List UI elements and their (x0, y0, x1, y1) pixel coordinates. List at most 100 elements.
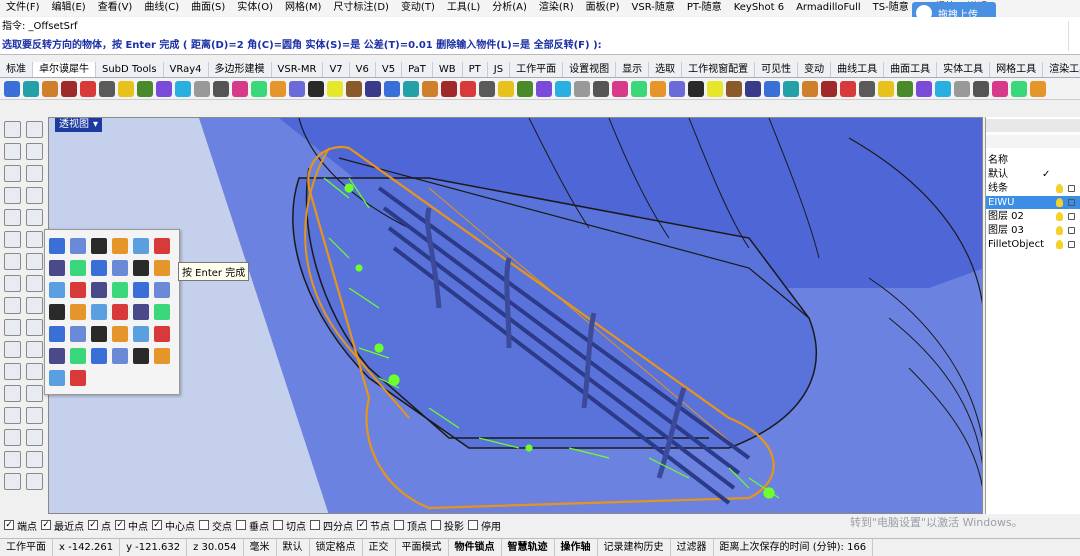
toolbar-tool-icon[interactable] (840, 80, 856, 97)
flyout-tool-icon[interactable] (133, 238, 149, 254)
perspective-viewport[interactable]: 透视图 ▾ (48, 117, 983, 514)
toolbar-tool-icon[interactable] (441, 80, 457, 97)
osnap-item[interactable]: 四分点 (310, 518, 353, 533)
toolbar-tab[interactable]: 多边形建模 (209, 62, 272, 77)
left-tool-icon[interactable] (26, 297, 43, 314)
toolbar-tool-icon[interactable] (99, 80, 115, 97)
layer-row[interactable]: EIWU (986, 196, 1080, 209)
toolbar-tab[interactable]: PT (463, 62, 488, 77)
osnap-item[interactable]: 切点 (273, 518, 306, 533)
toolbar-tool-icon[interactable] (992, 80, 1008, 97)
flyout-tool-icon[interactable] (154, 326, 170, 342)
toolbar-tab[interactable]: V6 (350, 62, 376, 77)
left-tool-icon[interactable] (26, 451, 43, 468)
toolbar-tool-icon[interactable] (308, 80, 324, 97)
lock-icon[interactable] (1068, 199, 1075, 206)
command-prompt[interactable]: 选取要反转方向的物体，按 Enter 完成 ( 距离(D)=2 角(C)=圆角 … (2, 39, 602, 53)
toolbar-tool-icon[interactable] (726, 80, 742, 97)
lightbulb-icon[interactable] (1056, 212, 1063, 221)
osnap-item[interactable]: 投影 (431, 518, 464, 533)
flyout-tool-icon[interactable] (154, 260, 170, 276)
lightbulb-icon[interactable] (1056, 198, 1063, 207)
left-tool-icon[interactable] (4, 253, 21, 270)
toolbar-tool-icon[interactable] (460, 80, 476, 97)
flyout-tool-icon[interactable] (154, 348, 170, 364)
menu-item[interactable]: 实体(O) (231, 0, 279, 16)
command-area[interactable]: 指令: _OffsetSrf 选取要反转方向的物体，按 Enter 完成 ( 距… (0, 17, 1080, 55)
flyout-tool-icon[interactable] (49, 370, 65, 386)
menu-item[interactable]: ArmadilloFull (790, 0, 867, 16)
toolbar-tab[interactable]: JS (488, 62, 511, 77)
osnap-item[interactable]: 停用 (468, 518, 501, 533)
lock-icon[interactable] (1068, 185, 1075, 192)
left-tool-icon[interactable] (26, 341, 43, 358)
left-tool-icon[interactable] (4, 297, 21, 314)
left-tool-icon[interactable] (4, 407, 21, 424)
osnap-checkbox[interactable] (310, 520, 320, 530)
toolbar-tool-icon[interactable] (650, 80, 666, 97)
flyout-tool-icon[interactable] (49, 260, 65, 276)
toolbar-tool-icon[interactable] (612, 80, 628, 97)
flyout-tool-icon[interactable] (49, 282, 65, 298)
toolbar-tool-icon[interactable] (403, 80, 419, 97)
toolbar-tool-icon[interactable] (536, 80, 552, 97)
toolbar-tab[interactable]: 变动 (798, 62, 832, 77)
toolbar-tool-icon[interactable] (270, 80, 286, 97)
osnap-checkbox[interactable] (236, 520, 246, 530)
toolbar-tab[interactable]: VRay4 (164, 62, 209, 77)
left-tool-icon[interactable] (26, 143, 43, 160)
status-toggle[interactable]: 智慧轨迹 (502, 539, 555, 556)
osnap-checkbox[interactable] (199, 520, 209, 530)
left-tool-icon[interactable] (4, 319, 21, 336)
menu-item[interactable]: 曲线(C) (138, 0, 185, 16)
toolbar-tab[interactable]: 标准 (0, 62, 33, 77)
toolbar-tab[interactable]: 选取 (649, 62, 683, 77)
flyout-tool-icon[interactable] (49, 238, 65, 254)
flyout-tool-icon[interactable] (91, 348, 107, 364)
flyout-tool-icon[interactable] (112, 348, 128, 364)
toolbar-tab[interactable]: V7 (323, 62, 350, 77)
menu-item[interactable]: 渲染(R) (533, 0, 580, 16)
toolbar-tool-icon[interactable] (498, 80, 514, 97)
toolbar-tool-icon[interactable] (555, 80, 571, 97)
menu-item[interactable]: 面板(P) (580, 0, 626, 16)
flyout-tool-icon[interactable] (70, 326, 86, 342)
osnap-checkbox[interactable] (273, 520, 283, 530)
flyout-tool-icon[interactable] (70, 304, 86, 320)
layer-row[interactable]: 名称 (986, 154, 1080, 167)
toolbar-tool-icon[interactable] (42, 80, 58, 97)
osnap-checkbox[interactable]: ✓ (88, 520, 98, 530)
left-tool-icon[interactable] (4, 209, 21, 226)
osnap-item[interactable]: 顶点 (394, 518, 427, 533)
left-tool-icon[interactable] (26, 121, 43, 138)
left-tool-icon[interactable] (26, 187, 43, 204)
flyout-tool-icon[interactable] (49, 304, 65, 320)
toolbar-tool-icon[interactable] (4, 80, 20, 97)
menu-item[interactable]: 分析(A) (486, 0, 533, 16)
flyout-tool-icon[interactable] (70, 348, 86, 364)
lock-icon[interactable] (1068, 213, 1075, 220)
menu-item[interactable]: 编辑(E) (46, 0, 92, 16)
osnap-item[interactable]: ✓ 节点 (357, 518, 390, 533)
flyout-tool-icon[interactable] (70, 282, 86, 298)
left-tool-icon[interactable] (26, 253, 43, 270)
toolbar-tool-icon[interactable] (897, 80, 913, 97)
toolbar-tab[interactable]: 渲染工具 (1043, 62, 1080, 77)
toolbar-tool-icon[interactable] (384, 80, 400, 97)
status-toggle[interactable]: 距离上次保存的时间 (分钟): 166 (714, 539, 874, 556)
layer-row[interactable]: 图层 02 (986, 210, 1080, 223)
toolbar-tab[interactable]: 工作平面 (510, 62, 564, 77)
left-tool-icon[interactable] (4, 451, 21, 468)
toolbar-tool-icon[interactable] (802, 80, 818, 97)
left-tool-icon[interactable] (4, 165, 21, 182)
flyout-tool-icon[interactable] (49, 326, 65, 342)
flyout-tool-icon[interactable] (154, 238, 170, 254)
toolbar-tool-icon[interactable] (631, 80, 647, 97)
left-tool-icon[interactable] (4, 187, 21, 204)
toolbar-tool-icon[interactable] (479, 80, 495, 97)
toolbar-tool-icon[interactable] (327, 80, 343, 97)
flyout-tool-icon[interactable] (154, 282, 170, 298)
command-scrollbar[interactable] (1068, 21, 1078, 51)
viewport-title[interactable]: 透视图 ▾ (55, 118, 103, 132)
chevron-down-icon[interactable]: ▾ (93, 119, 98, 130)
